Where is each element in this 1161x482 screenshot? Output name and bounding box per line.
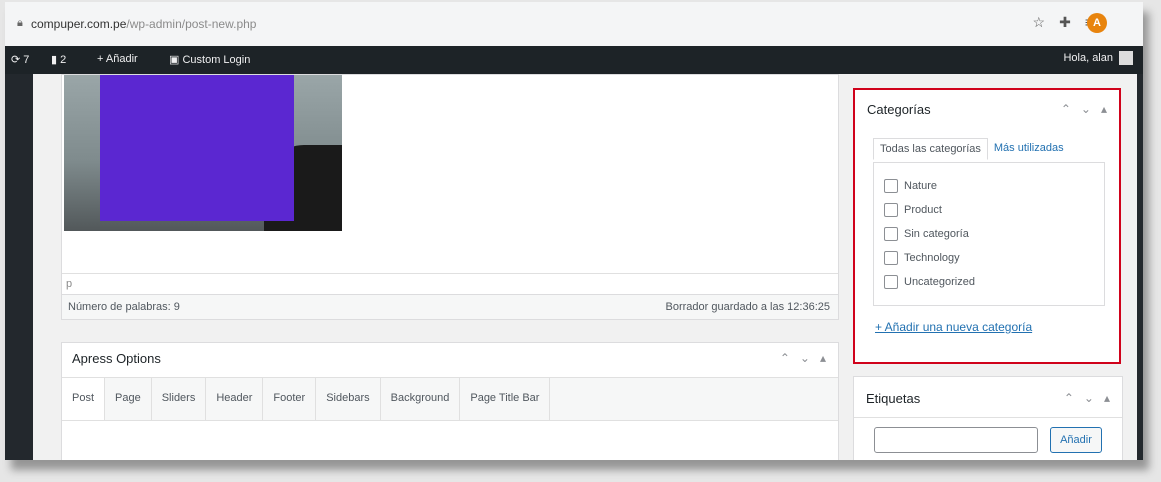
new-content-label: Añadir — [105, 53, 138, 65]
apress-tab-page[interactable]: Page — [105, 378, 152, 420]
category-checkbox[interactable] — [884, 179, 898, 193]
category-checkbox[interactable] — [884, 227, 898, 241]
updates-count: 7 — [23, 54, 30, 66]
comments-item[interactable]: ▮ 2 — [51, 53, 66, 66]
category-label: Technology — [904, 252, 960, 264]
tag-input[interactable] — [874, 427, 1038, 453]
word-count: Número de palabras: 9 — [68, 301, 180, 313]
address-bar[interactable]: 🔒︎ compuper.com.pe/wp-admin/post-new.php — [13, 12, 1013, 36]
lock-icon: 🔒︎ — [17, 17, 23, 29]
chevron-up-icon[interactable]: ⌃ — [1064, 391, 1074, 405]
url-host: compuper.com.pe — [31, 17, 127, 31]
categories-box: Categorías ⌃ ⌄ ▴ Todas las categorías Má… — [853, 88, 1121, 364]
custom-login-icon: ▣ — [169, 54, 180, 66]
extensions-icon[interactable]: ✚ — [1059, 14, 1071, 31]
chevron-down-icon[interactable]: ⌄ — [1084, 391, 1094, 405]
categories-title: Categorías — [867, 102, 931, 117]
post-editor[interactable]: p Número de palabras: 9 Borrador guardad… — [61, 74, 839, 320]
account-menu[interactable]: Hola, alan — [1063, 51, 1133, 65]
apress-tab-sliders[interactable]: Sliders — [152, 378, 207, 420]
url-text[interactable]: compuper.com.pe/wp-admin/post-new.php — [31, 17, 256, 31]
featured-photo[interactable] — [64, 75, 342, 231]
category-label: Uncategorized — [904, 276, 975, 288]
element-path: p — [66, 278, 73, 290]
category-item-sin-categoria[interactable]: Sin categoría — [884, 227, 969, 241]
divider — [854, 417, 1122, 418]
browser-toolbar: 🔒︎ compuper.com.pe/wp-admin/post-new.php… — [5, 2, 1143, 47]
apress-tab-footer[interactable]: Footer — [263, 378, 317, 420]
admin-menu-strip — [5, 74, 33, 460]
post-edit-area: p Número de palabras: 9 Borrador guardad… — [33, 74, 1137, 460]
redaction-block — [100, 75, 294, 221]
collapse-toggle-icon[interactable]: ▴ — [820, 351, 826, 365]
custom-login-label: Custom Login — [182, 54, 251, 66]
user-avatar — [1119, 51, 1133, 65]
comments-count: 2 — [60, 54, 67, 66]
apress-tab-background[interactable]: Background — [381, 378, 461, 420]
collapse-toggle-icon[interactable]: ▴ — [1104, 391, 1110, 405]
add-category-link[interactable]: + Añadir una nueva categoría — [875, 320, 1032, 334]
category-item-uncategorized[interactable]: Uncategorized — [884, 275, 975, 289]
custom-login-item[interactable]: ▣ Custom Login — [169, 53, 250, 66]
categories-tabs: Todas las categorías Más utilizadas — [873, 138, 1070, 160]
add-tag-button[interactable]: Añadir — [1050, 427, 1102, 453]
new-content-item[interactable]: + Añadir — [97, 53, 138, 65]
refresh-icon: ⟳ — [11, 54, 21, 66]
category-label: Sin categoría — [904, 228, 969, 240]
category-item-technology[interactable]: Technology — [884, 251, 960, 265]
profile-avatar[interactable]: A — [1087, 13, 1107, 33]
category-checklist: Nature Product Sin categoría Technology … — [873, 162, 1105, 306]
apress-options-box: Apress Options ⌃ ⌄ ▴ Post Page Sliders H… — [61, 342, 839, 460]
apress-tab-header[interactable]: Header — [206, 378, 264, 420]
category-checkbox[interactable] — [884, 203, 898, 217]
window-edge — [1137, 74, 1143, 460]
category-label: Nature — [904, 180, 938, 192]
apress-tab-post[interactable]: Post — [62, 378, 106, 420]
comment-icon: ▮ — [51, 54, 58, 66]
category-checkbox[interactable] — [884, 275, 898, 289]
chevron-down-icon[interactable]: ⌄ — [1081, 102, 1091, 116]
wp-admin-bar: ⟳ 7 ▮ 2 + Añadir ▣ Custom Login Hola, al… — [5, 46, 1143, 74]
tags-box: Etiquetas ⌃ ⌄ ▴ Añadir — [853, 376, 1123, 460]
collapse-toggle-icon[interactable]: ▴ — [1101, 102, 1107, 116]
category-checkbox[interactable] — [884, 251, 898, 265]
tab-all-categories[interactable]: Todas las categorías — [873, 138, 988, 160]
avatar-letter: A — [1093, 17, 1101, 29]
tab-most-used[interactable]: Más utilizadas — [988, 138, 1070, 160]
chevron-down-icon[interactable]: ⌄ — [800, 351, 810, 365]
draft-saved-status: Borrador guardado a las 12:36:25 — [665, 301, 830, 313]
plus-icon: + — [97, 53, 104, 65]
apress-options-title: Apress Options — [72, 351, 161, 366]
updates-item[interactable]: ⟳ 7 — [11, 53, 29, 66]
category-item-nature[interactable]: Nature — [884, 179, 937, 193]
chevron-up-icon[interactable]: ⌃ — [1061, 102, 1071, 116]
greeting-text: Hola, alan — [1063, 52, 1113, 64]
apress-tab-sidebars[interactable]: Sidebars — [316, 378, 381, 420]
browser-window: 🔒︎ compuper.com.pe/wp-admin/post-new.php… — [5, 2, 1143, 460]
apress-tabs: Post Page Sliders Header Footer Sidebars… — [62, 377, 838, 421]
apress-tab-page-title-bar[interactable]: Page Title Bar — [460, 378, 551, 420]
editor-path-bar: p — [62, 273, 838, 294]
url-path: /wp-admin/post-new.php — [126, 17, 257, 31]
category-item-product[interactable]: Product — [884, 203, 942, 217]
tags-title: Etiquetas — [866, 391, 921, 406]
star-icon[interactable]: ☆ — [1033, 14, 1046, 31]
category-label: Product — [904, 204, 942, 216]
chevron-up-icon[interactable]: ⌃ — [780, 351, 790, 365]
editor-status-bar: Número de palabras: 9 Borrador guardado … — [62, 294, 838, 319]
